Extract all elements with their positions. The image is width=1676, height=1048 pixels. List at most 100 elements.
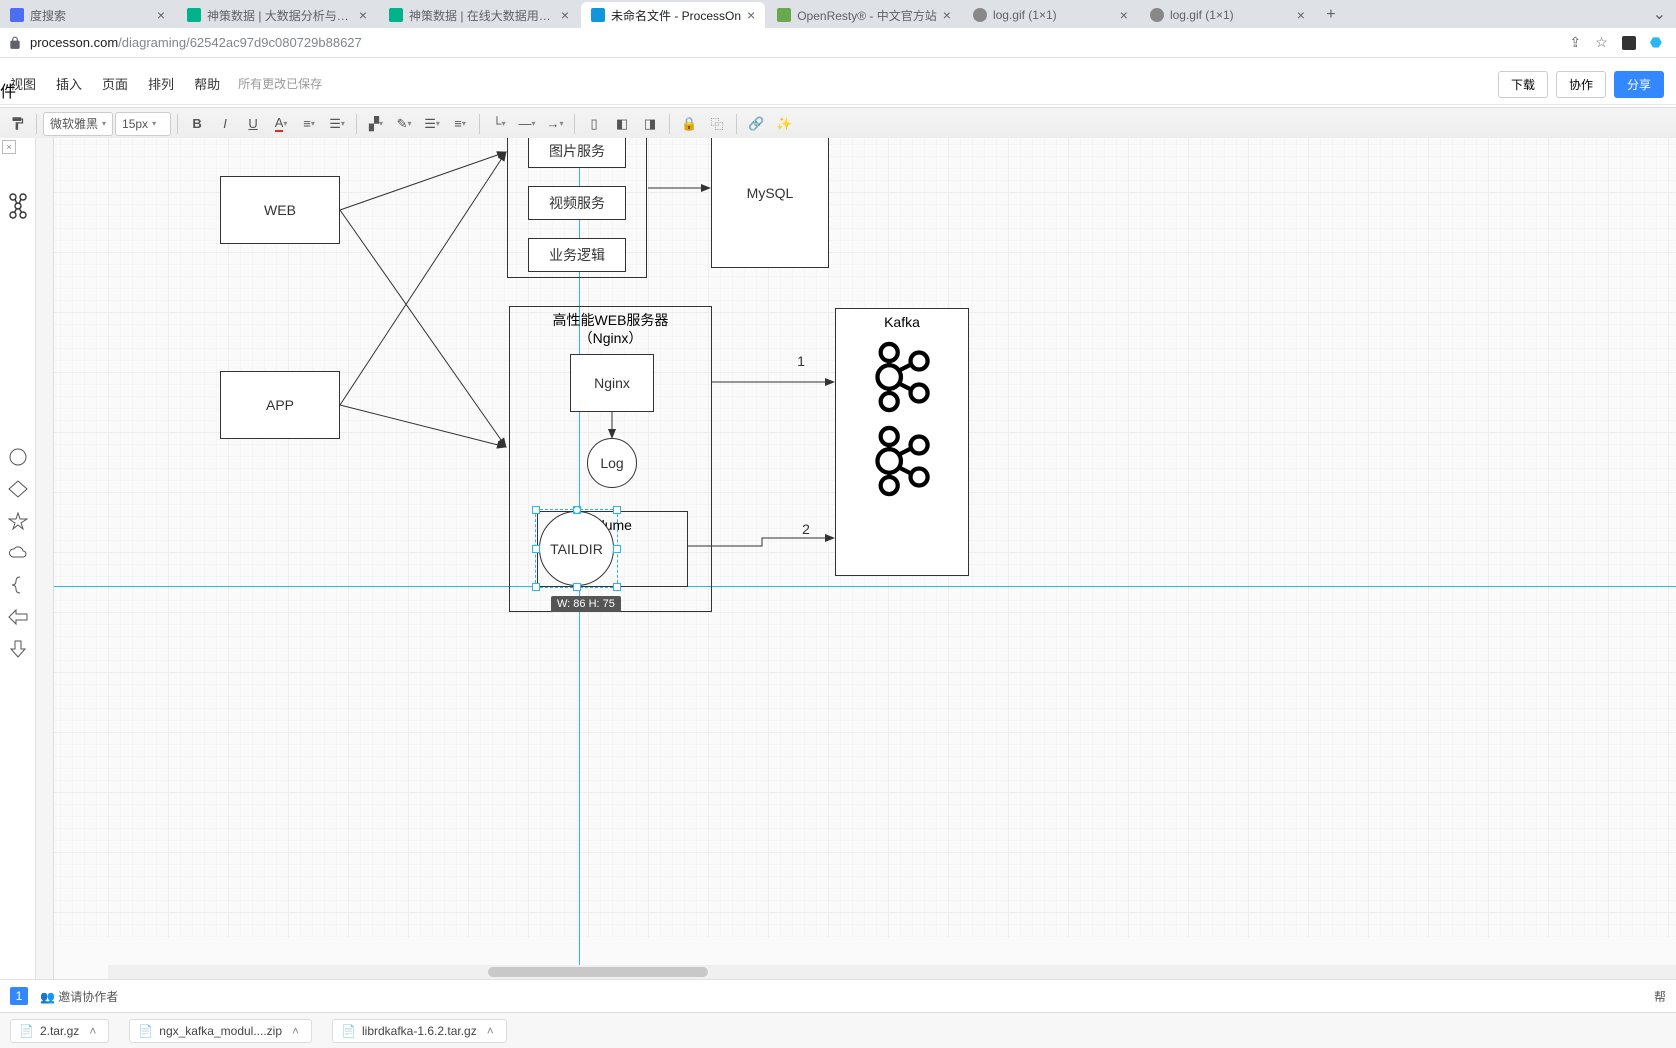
font-size-select[interactable]: 15px▾ bbox=[115, 112, 171, 136]
edge-label-1[interactable]: 1 bbox=[792, 352, 810, 370]
tab-5[interactable]: log.gif (1×1)× bbox=[963, 2, 1138, 28]
guide-horizontal bbox=[54, 586, 1676, 587]
menu-arrange[interactable]: 排列 bbox=[138, 72, 184, 95]
align-icon[interactable]: ≡▾ bbox=[296, 111, 322, 137]
close-icon[interactable]: × bbox=[359, 7, 367, 23]
size-tooltip: W: 86 H: 75 bbox=[551, 596, 621, 612]
nginx-container-title: 高性能WEB服务器 （Nginx） bbox=[510, 307, 711, 347]
edge-label-2[interactable]: 2 bbox=[797, 520, 815, 538]
close-icon[interactable]: × bbox=[943, 7, 951, 23]
tab-overflow-icon[interactable]: ⌄ bbox=[1653, 4, 1666, 24]
tab-4[interactable]: OpenResty® - 中文官方站× bbox=[767, 2, 961, 28]
close-icon[interactable]: × bbox=[157, 7, 165, 23]
vertical-ruler bbox=[36, 138, 54, 979]
kafka-title: Kafka bbox=[836, 309, 968, 331]
list-icon[interactable]: ☰▾ bbox=[324, 111, 350, 137]
chevron-up-icon[interactable]: ˄ bbox=[288, 1024, 303, 1038]
file-icon: 📄 bbox=[341, 1024, 356, 1038]
save-status: 所有更改已保存 bbox=[238, 75, 322, 92]
download-item[interactable]: 📄ngx_kafka_modul....zip˄ bbox=[129, 1019, 312, 1043]
tab-3[interactable]: 未命名文件 - ProcessOn× bbox=[581, 2, 765, 28]
circle-shape-icon[interactable] bbox=[8, 448, 28, 466]
kafka-container[interactable]: Kafka bbox=[835, 308, 969, 576]
extension-icon-2[interactable]: ⬣ bbox=[1650, 34, 1662, 51]
svc-logic[interactable]: 业务逻辑 bbox=[528, 238, 626, 272]
link-icon[interactable]: 🔗 bbox=[743, 111, 769, 137]
arrow-end-icon[interactable]: →▾ bbox=[542, 111, 568, 137]
invite-collab-button[interactable]: 👥 邀请协作者 bbox=[40, 988, 118, 1005]
close-icon[interactable]: × bbox=[1297, 7, 1305, 23]
menu-view[interactable]: 视图 bbox=[0, 72, 46, 95]
nginx-node[interactable]: Nginx bbox=[570, 354, 654, 412]
chevron-up-icon[interactable]: ˄ bbox=[85, 1024, 100, 1038]
bold-icon[interactable]: B bbox=[184, 111, 210, 137]
selection-box bbox=[535, 509, 618, 588]
text-color-icon[interactable]: A▾ bbox=[268, 111, 294, 137]
menu-bar: 视图 插入 页面 排列 帮助 所有更改已保存 bbox=[0, 83, 1676, 85]
stroke-style-icon[interactable]: ≡▾ bbox=[447, 111, 473, 137]
send-back-icon[interactable]: ◨ bbox=[637, 111, 663, 137]
panel-close-icon[interactable]: × bbox=[2, 140, 16, 154]
extension-icon[interactable] bbox=[1622, 36, 1636, 50]
format-painter-icon[interactable] bbox=[4, 111, 30, 137]
log-node[interactable]: Log bbox=[587, 438, 637, 488]
help-button[interactable]: 帮 bbox=[1654, 988, 1666, 1005]
downloads-bar: 📄2.tar.gz˄ 📄ngx_kafka_modul....zip˄ 📄lib… bbox=[0, 1012, 1676, 1048]
close-icon[interactable]: × bbox=[747, 7, 755, 23]
page-number[interactable]: 1 bbox=[10, 987, 28, 1005]
underline-icon[interactable]: U bbox=[240, 111, 266, 137]
align-left-icon[interactable]: ▯ bbox=[581, 111, 607, 137]
lock-icon[interactable]: 🔒 bbox=[676, 111, 702, 137]
magic-icon[interactable]: ✨ bbox=[771, 111, 797, 137]
chevron-up-icon[interactable]: ˄ bbox=[483, 1024, 498, 1038]
download-item[interactable]: 📄2.tar.gz˄ bbox=[10, 1019, 109, 1043]
connector-icon[interactable]: └▾ bbox=[486, 111, 512, 137]
file-icon: 📄 bbox=[19, 1024, 34, 1038]
horizontal-scrollbar[interactable] bbox=[108, 965, 1676, 979]
canvas-area[interactable]: 图片服务 视频服务 业务逻辑 MySQL WEB APP 高性能WEB服务器 （… bbox=[54, 138, 1676, 979]
svc-image[interactable]: 图片服务 bbox=[528, 138, 626, 168]
app-node[interactable]: APP bbox=[220, 371, 340, 439]
shapes-panel: × bbox=[0, 138, 36, 979]
svc-video[interactable]: 视频服务 bbox=[528, 186, 626, 220]
format-toolbar: 微软雅黑▾ 15px▾ B I U A▾ ≡▾ ☰▾ ▞▾ ✎▾ ☰▾ ≡▾ └… bbox=[0, 107, 1676, 140]
stroke-width-icon[interactable]: ☰▾ bbox=[419, 111, 445, 137]
menu-insert[interactable]: 插入 bbox=[46, 72, 92, 95]
group-icon[interactable]: ⿻ bbox=[704, 111, 730, 137]
menu-help[interactable]: 帮助 bbox=[184, 72, 230, 95]
new-tab-button[interactable]: + bbox=[1317, 2, 1345, 28]
download-item[interactable]: 📄librdkafka-1.6.2.tar.gz˄ bbox=[332, 1019, 507, 1043]
fill-icon[interactable]: ▞▾ bbox=[363, 111, 389, 137]
italic-icon[interactable]: I bbox=[212, 111, 238, 137]
tab-1[interactable]: 神策数据 | 大数据分析与营销…× bbox=[177, 2, 377, 28]
close-icon[interactable]: × bbox=[561, 7, 569, 23]
arrow-left-shape-icon[interactable] bbox=[8, 608, 28, 626]
star-shape-icon[interactable] bbox=[8, 512, 28, 530]
browser-tabs-bar: 度搜索× 神策数据 | 大数据分析与营销…× 神策数据 | 在线大数据用户分…×… bbox=[0, 0, 1676, 28]
stroke-color-icon[interactable]: ✎▾ bbox=[391, 111, 417, 137]
close-icon[interactable]: × bbox=[1120, 7, 1128, 23]
cloud-shape-icon[interactable] bbox=[8, 544, 28, 562]
diamond-shape-icon[interactable] bbox=[8, 480, 28, 498]
url-text[interactable]: processon.com/diagraming/62542ac97d9c080… bbox=[30, 35, 1569, 50]
lock-icon bbox=[8, 36, 22, 50]
arrow-down-shape-icon[interactable] bbox=[8, 640, 28, 658]
address-bar: processon.com/diagraming/62542ac97d9c080… bbox=[0, 28, 1676, 58]
kafka-icon bbox=[870, 339, 934, 415]
font-select[interactable]: 微软雅黑▾ bbox=[43, 112, 113, 136]
file-icon: 📄 bbox=[138, 1024, 153, 1038]
bring-front-icon[interactable]: ◧ bbox=[609, 111, 635, 137]
menu-page[interactable]: 页面 bbox=[92, 72, 138, 95]
status-bar: 1 👥 邀请协作者 帮 bbox=[0, 979, 1676, 1012]
kafka-icon bbox=[870, 423, 934, 499]
tab-0[interactable]: 度搜索× bbox=[0, 2, 175, 28]
brace-shape-icon[interactable] bbox=[8, 576, 28, 594]
star-icon[interactable]: ☆ bbox=[1595, 34, 1608, 51]
web-node[interactable]: WEB bbox=[220, 176, 340, 244]
share-icon[interactable]: ⇪ bbox=[1569, 34, 1581, 51]
arrow-start-icon[interactable]: —▾ bbox=[514, 111, 540, 137]
tab-2[interactable]: 神策数据 | 在线大数据用户分…× bbox=[379, 2, 579, 28]
mysql-node[interactable]: MySQL bbox=[711, 138, 829, 268]
network-shape-icon[interactable] bbox=[8, 192, 28, 220]
tab-6[interactable]: log.gif (1×1)× bbox=[1140, 2, 1315, 28]
